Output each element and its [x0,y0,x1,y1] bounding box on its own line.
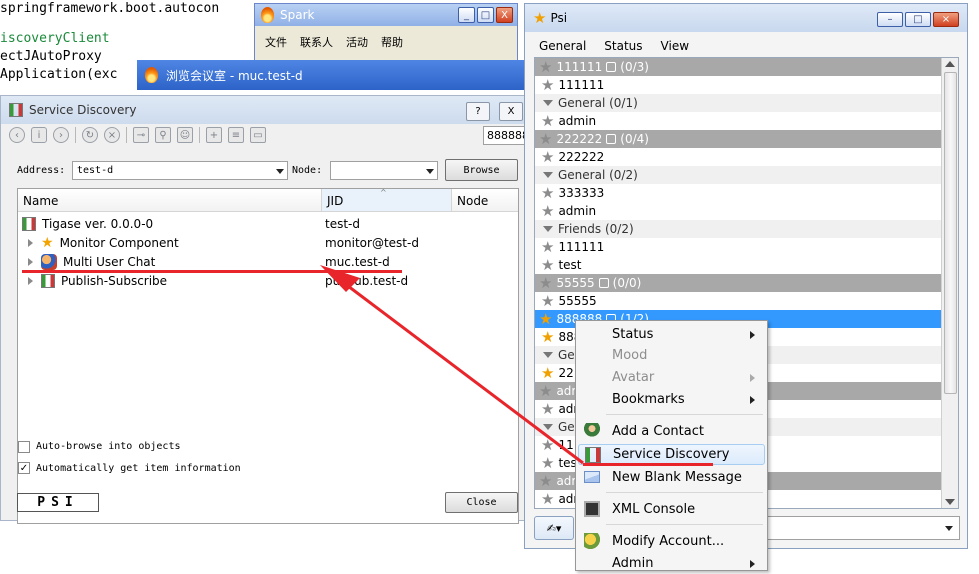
annotation-arrow [320,265,584,465]
